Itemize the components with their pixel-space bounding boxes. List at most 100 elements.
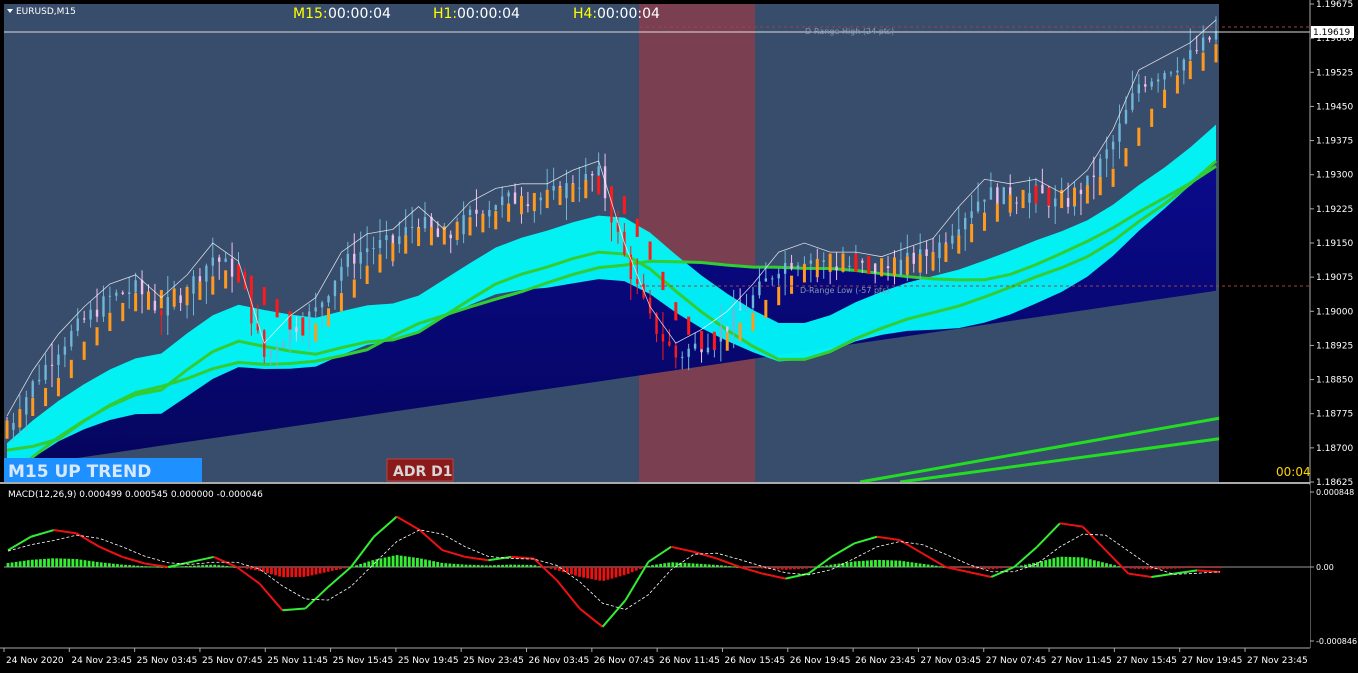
candle-body [938, 242, 941, 259]
macd-hist-bar [1133, 567, 1137, 569]
macd-hist-bar [403, 556, 407, 567]
candle-body [89, 309, 92, 320]
macd-hist-bar [772, 567, 776, 570]
macd-hist-bar [513, 564, 517, 567]
macd-hist-bar [549, 567, 553, 569]
macd-hist-bar [809, 567, 812, 569]
time-tick-label: 24 Nov 2020 [6, 656, 64, 666]
macd-hist-bar [411, 557, 415, 567]
macd-hist-bar [209, 564, 213, 567]
candle-body [1163, 72, 1166, 80]
candle-body [1150, 81, 1153, 87]
candle-body [76, 318, 79, 331]
macd-hist-bar [1024, 564, 1027, 567]
candle-body [963, 217, 967, 230]
trend-ribbon-bar [1073, 187, 1077, 206]
macd-hist-bar [1040, 561, 1044, 567]
candle-body [873, 263, 877, 274]
macd-hist-bar [570, 567, 573, 575]
candle-body [333, 280, 337, 297]
macd-hist-bar [87, 560, 91, 567]
macd-hist-bar [318, 567, 322, 574]
macd-hist-bar [107, 563, 111, 567]
trend-ribbon-bar [1124, 148, 1128, 167]
macd-hist-bar [1064, 556, 1068, 567]
time-tick-label: 25 Nov 11:45 [267, 656, 328, 666]
chart-canvas: D-Range High (24 pts) D-Range Low (-57 p… [0, 0, 1358, 670]
time-tick-label: 24 Nov 23:45 [71, 656, 132, 666]
candle-body [848, 265, 851, 267]
macd-hist-bar [752, 567, 756, 568]
macd-hist-bar [1084, 558, 1088, 567]
macd-hist-bar [545, 567, 549, 568]
macd-hist-bar [480, 565, 484, 567]
macd-hist-bar [1174, 567, 1177, 569]
macd-hist-bar [83, 560, 87, 567]
candle-body [745, 307, 748, 311]
trend-ribbon-bar [957, 235, 961, 254]
macd-hist-bar [857, 561, 861, 567]
macd-hist-bar [30, 559, 34, 567]
macd-hist-bar [590, 567, 594, 580]
candle-body [282, 342, 285, 349]
macd-hist-bar [55, 558, 59, 567]
time-tick-label: 26 Nov 03:45 [529, 656, 590, 666]
macd-hist-bar [144, 566, 148, 568]
trend-ribbon-bar [648, 241, 652, 260]
macd-hist-bar [914, 562, 918, 567]
candle-body [1066, 198, 1070, 207]
candle-body [198, 276, 202, 282]
candle-body [488, 209, 491, 217]
macd-hist-bar [180, 566, 184, 568]
candle-body [82, 318, 86, 320]
trend-ribbon-bar [1163, 89, 1167, 108]
macd-hist-bar [683, 562, 687, 567]
trend-ribbon-bar [674, 302, 678, 321]
time-tick-label: 25 Nov 07:45 [202, 656, 263, 666]
trend-ribbon-bar [288, 311, 292, 330]
trend-ribbon-bar [841, 253, 845, 272]
candle-body [57, 354, 60, 366]
trend-ribbon-bar [712, 331, 716, 350]
macd-hist-bar [420, 558, 423, 567]
candle-body [1118, 123, 1121, 142]
macd-hist-bar [79, 559, 83, 567]
macd-hist-bar [197, 565, 200, 567]
candle-body [365, 248, 369, 253]
macd-hist-bar [1194, 567, 1198, 568]
trend-ribbon-bar [532, 192, 536, 212]
candle-body [1208, 37, 1211, 40]
macd-hist-bar [193, 565, 196, 567]
timer-h4-value: 00:00:04 [597, 6, 660, 22]
trend-ribbon-bar [146, 291, 150, 310]
macd-hist-bar [343, 567, 346, 569]
timer-m15-tf: M15: [293, 6, 328, 22]
candle-body [205, 265, 208, 282]
candle-body [777, 273, 780, 279]
macd-hist-bar [39, 559, 42, 567]
macd-hist-bar [120, 564, 123, 567]
macd-hist-bar [1044, 560, 1048, 567]
macd-hist-bar [638, 567, 642, 569]
candle-body [385, 235, 388, 241]
candle-body [822, 260, 825, 262]
price-tick-label: 1.19675 [1316, 0, 1353, 10]
macd-hist-bar [537, 566, 541, 568]
macd-hist-bar [878, 559, 881, 567]
macd-hist-bar [874, 559, 877, 567]
trend-ribbon-bar [5, 420, 9, 439]
macd-hist-bar [618, 567, 622, 577]
macd-hist-bar [338, 567, 342, 570]
macd-hist-bar [95, 561, 99, 567]
price-tick-label: 1.18775 [1316, 410, 1353, 420]
candle-body [166, 297, 169, 316]
candle-body [160, 310, 163, 316]
macd-hist-bar [792, 567, 796, 570]
macd-hist-bar [452, 563, 456, 567]
trend-ribbon-bar [995, 203, 999, 222]
candle-body [751, 295, 755, 308]
macd-hist-bar [440, 562, 444, 567]
macd-hist-bar [1218, 567, 1222, 569]
trend-ribbon-bar [905, 256, 909, 275]
time-tick-label: 26 Nov 15:45 [724, 656, 785, 666]
